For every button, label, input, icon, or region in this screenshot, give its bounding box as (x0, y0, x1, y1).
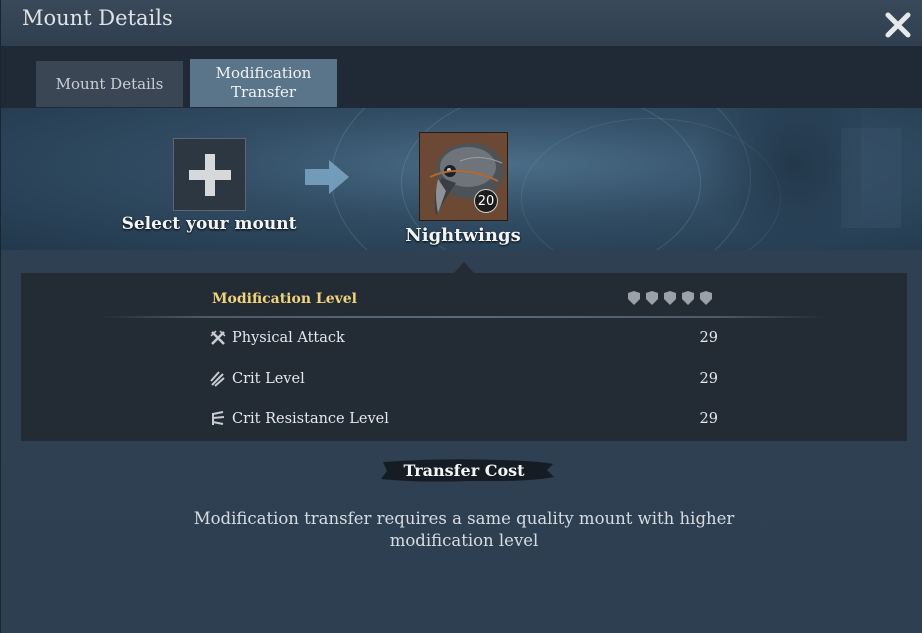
claw-slash-icon (210, 371, 225, 387)
shield-spike-icon (212, 411, 225, 425)
arrow-right-icon (305, 160, 349, 194)
star-icon (628, 291, 640, 305)
stats-divider (97, 316, 827, 318)
crossed-swords-icon (210, 330, 226, 345)
modification-level-label: Modification Level (212, 291, 358, 307)
title-bar: Mount Details (1, 0, 922, 46)
close-icon (885, 12, 911, 38)
select-mount-label: Select your mount (121, 214, 297, 234)
window-title: Mount Details (22, 6, 173, 30)
tab-bar: Mount Details Modification Transfer (1, 46, 922, 108)
mount-level-badge: 20 (474, 189, 498, 213)
stat-value: 29 (699, 371, 718, 387)
stat-value: 29 (699, 330, 718, 346)
transfer-cost-label: Transfer Cost (403, 461, 525, 480)
star-icon (646, 291, 658, 305)
plus-icon (188, 153, 231, 196)
stat-label: Physical Attack (232, 330, 345, 346)
tab-mount-details[interactable]: Mount Details (36, 61, 183, 107)
stat-row-crit-level: Crit Level 29 (210, 368, 720, 390)
stat-label: Crit Level (232, 371, 305, 387)
star-icon (700, 291, 712, 305)
stat-row-physical-attack: Physical Attack 29 (210, 327, 720, 349)
mount-details-window: Mount Details Mount Details Modification… (0, 0, 922, 633)
stat-row-crit-resistance-level: Crit Resistance Level 29 (210, 408, 720, 430)
star-icon (682, 291, 694, 305)
stat-value: 29 (699, 411, 718, 427)
tab-modification-transfer-label: Modification Transfer (215, 64, 312, 101)
target-mount-name: Nightwings (405, 225, 521, 246)
transfer-requirement-message: Modification transfer requires a same qu… (193, 509, 735, 550)
modification-stars (626, 291, 714, 305)
stat-label: Crit Resistance Level (232, 411, 389, 427)
close-button[interactable] (883, 10, 913, 40)
select-mount-slot[interactable] (173, 138, 246, 211)
tab-modification-transfer[interactable]: Modification Transfer (190, 59, 337, 107)
star-icon (664, 291, 676, 305)
